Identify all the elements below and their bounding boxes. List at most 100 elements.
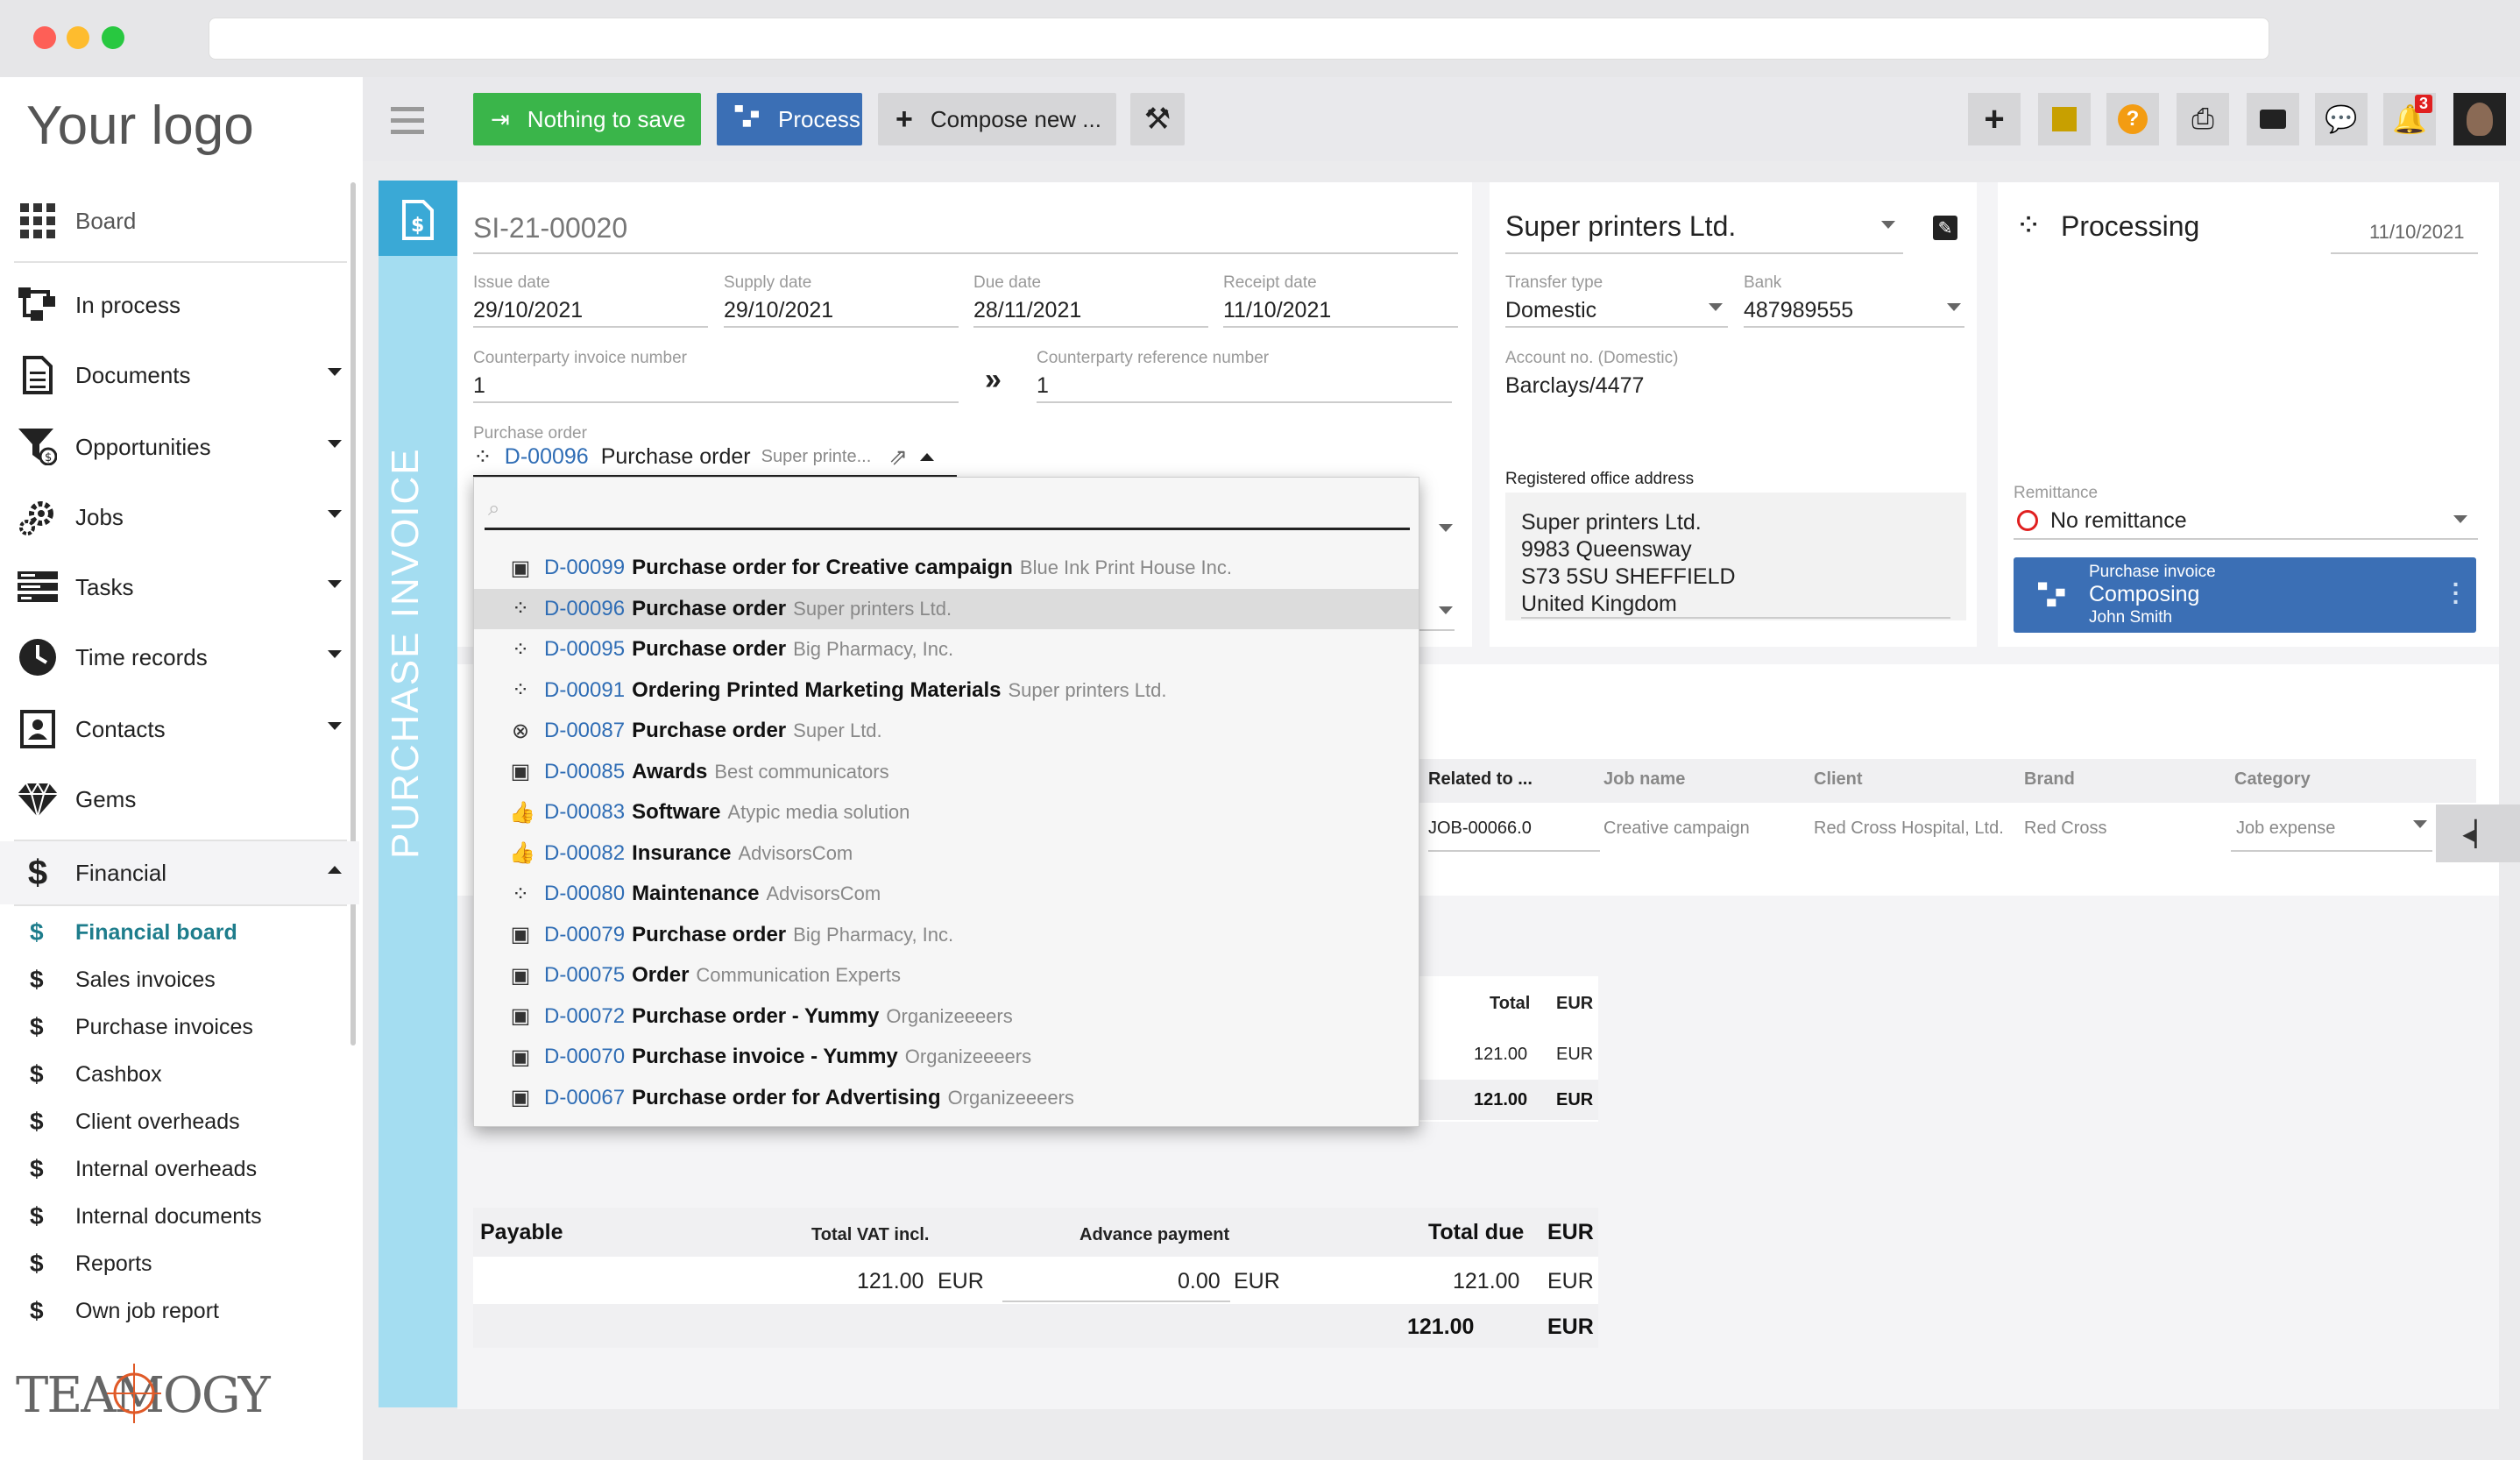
chevron-up-icon[interactable]: [328, 866, 342, 874]
compose-new-button[interactable]: + Compose new ...: [878, 93, 1116, 145]
sidebar-item-financial[interactable]: $ Financial: [0, 841, 359, 904]
remittance-select[interactable]: No remittance: [2050, 508, 2187, 534]
sidebar-sub-sales-invoices[interactable]: $ Sales invoices: [0, 956, 359, 1003]
workflow-card[interactable]: Purchase invoice Composing John Smith · ·…: [2014, 557, 2476, 633]
sidebar-sub-own-job-report[interactable]: $ Own job report: [0, 1287, 359, 1335]
dropdown-option[interactable]: ▣ D-00085 Awards Best communicators: [474, 752, 1419, 792]
chevron-down-icon[interactable]: [328, 722, 342, 730]
chat-button[interactable]: 💬: [2315, 93, 2368, 145]
counterparty-invoice-field[interactable]: 1: [473, 373, 485, 399]
due-date-field[interactable]: 28/11/2021: [973, 298, 1081, 323]
dropdown-option[interactable]: 👍 D-00083 Software Atypic media solution: [474, 792, 1419, 833]
process-button[interactable]: Process: [717, 93, 862, 145]
sidebar-sub-cashbox[interactable]: $ Cashbox: [0, 1051, 359, 1098]
sidebar-sub-purchase-invoices[interactable]: $ Purchase invoices: [0, 1003, 359, 1051]
sticky-note-button[interactable]: [2038, 93, 2091, 145]
chevron-down-icon[interactable]: [2453, 515, 2467, 523]
bank-label: Bank: [1744, 273, 1782, 292]
chevron-down-icon[interactable]: [2413, 820, 2427, 828]
column-header-job-name[interactable]: Job name: [1603, 769, 1685, 790]
more-vertical-icon[interactable]: · · ·: [2453, 572, 2460, 614]
table-row[interactable]: JOB-00066.0 Creative campaign Red Cross …: [1419, 803, 2476, 852]
chevron-down-icon[interactable]: [1439, 524, 1453, 532]
edit-icon[interactable]: ✎: [1933, 216, 1957, 240]
sidebar-item-opportunities[interactable]: $ Opportunities: [0, 415, 359, 478]
dropdown-option[interactable]: ▣ D-00079 Purchase order Big Pharmacy, Inc.: [474, 915, 1419, 955]
chevron-down-icon[interactable]: [1439, 606, 1453, 614]
video-call-button[interactable]: [2247, 93, 2299, 145]
sidebar-sub-internal-overheads[interactable]: $ Internal overheads: [0, 1145, 359, 1193]
address-box[interactable]: Super printers Ltd. 9983 Queensway S73 5…: [1505, 493, 1966, 620]
dropdown-option[interactable]: ▣ D-00075 Order Communication Experts: [474, 955, 1419, 996]
supplier-name[interactable]: Super printers Ltd.: [1505, 210, 1736, 243]
dropdown-option[interactable]: ⊗ D-00087 Purchase order Super Ltd.: [474, 711, 1419, 751]
bank-select[interactable]: 487989555: [1744, 298, 1853, 323]
nothing-to-save-button[interactable]: ⇥ Nothing to save: [473, 93, 701, 145]
issue-date-field[interactable]: 29/10/2021: [473, 298, 583, 323]
dropdown-option[interactable]: ▣ D-00070 Purchase invoice - Yummy Organize…: [474, 1037, 1419, 1077]
add-button[interactable]: +: [1968, 93, 2021, 145]
sidebar-sub-internal-documents[interactable]: $ Internal documents: [0, 1193, 359, 1240]
sidebar-sub-reports[interactable]: $ Reports: [0, 1240, 359, 1287]
chevron-down-icon[interactable]: [328, 368, 342, 376]
column-header-category[interactable]: Category: [2234, 769, 2311, 790]
column-header-client[interactable]: Client: [1814, 769, 1863, 790]
chevron-down-icon[interactable]: [328, 510, 342, 518]
dropdown-option[interactable]: ▣ D-00067 Purchase order for Advertising Or…: [474, 1078, 1419, 1118]
supply-date-field[interactable]: 29/10/2021: [724, 298, 833, 323]
dropdown-option[interactable]: ⁘ D-00080 Maintenance AdvisorsCom: [474, 874, 1419, 914]
option-code: D-00096: [544, 596, 626, 620]
avatar[interactable]: [2453, 93, 2506, 145]
help-button[interactable]: ?: [2106, 93, 2159, 145]
sidebar-item-gems[interactable]: Gems: [0, 768, 359, 831]
dropdown-search-input[interactable]: ⌕: [485, 490, 1410, 530]
url-bar[interactable]: [209, 18, 2269, 60]
dropdown-option[interactable]: ⁘ D-00095 Purchase order Big Pharmacy, Inc.: [474, 629, 1419, 670]
cell-category[interactable]: Job expense: [2236, 819, 2335, 839]
print-button[interactable]: ⎙: [2177, 93, 2229, 145]
purchase-order-field[interactable]: ⁘ D-00096 Purchase order Super printe...…: [473, 443, 935, 471]
chevron-down-icon[interactable]: [328, 650, 342, 658]
app-logo[interactable]: Your logo: [26, 95, 254, 157]
cell-related[interactable]: JOB-00066.0: [1428, 819, 1532, 839]
document-number[interactable]: SI-21-00020: [473, 212, 627, 245]
maximize-window-dot[interactable]: [102, 26, 124, 49]
chevron-down-icon[interactable]: [328, 440, 342, 448]
sidebar-item-jobs[interactable]: Jobs: [0, 485, 359, 549]
column-header-related[interactable]: Related to ...: [1428, 769, 1533, 790]
sidebar-sub-client-overheads[interactable]: $ Client overheads: [0, 1098, 359, 1145]
dropdown-option[interactable]: ▣ D-00099 Purchase order for Creative camp…: [474, 548, 1419, 588]
collapse-panel-button[interactable]: ◂▏: [2436, 804, 2520, 862]
sidebar-item-time-records[interactable]: Time records: [0, 626, 359, 689]
sidebar-sub-financial-board[interactable]: $ Financial board: [0, 909, 359, 956]
dropdown-option[interactable]: ▣ D-00072 Purchase order - Yummy Organizeee…: [474, 996, 1419, 1037]
sidebar-item-documents[interactable]: Documents: [0, 344, 359, 407]
minimize-window-dot[interactable]: [67, 26, 89, 49]
dropdown-option[interactable]: ⁘ D-00091 Ordering Printed Marketing Mater…: [474, 670, 1419, 711]
external-link-icon[interactable]: ⇗: [888, 443, 908, 471]
sidebar-item-in-process[interactable]: In process: [0, 273, 359, 337]
double-chevron-right-icon[interactable]: »: [985, 363, 1002, 397]
notifications-button[interactable]: 🔔 3: [2383, 93, 2436, 145]
option-counterparty: Atypic media solution: [727, 801, 910, 823]
chevron-up-icon[interactable]: [920, 453, 935, 461]
chevron-down-icon[interactable]: [1947, 303, 1961, 311]
menu-icon[interactable]: [391, 107, 424, 134]
option-counterparty: Super printers Ltd.: [1008, 678, 1167, 701]
receipt-date-field[interactable]: 11/10/2021: [1223, 298, 1331, 323]
dropdown-option[interactable]: 👍 D-00082 Insurance AdvisorsCom: [474, 833, 1419, 874]
chevron-down-icon[interactable]: [328, 580, 342, 588]
column-header-brand[interactable]: Brand: [2024, 769, 2075, 790]
purchase-order-code[interactable]: D-00096: [505, 444, 589, 470]
sidebar-item-contacts[interactable]: Contacts: [0, 698, 359, 761]
sidebar-item-board[interactable]: Board: [0, 189, 359, 252]
sidebar-item-tasks[interactable]: Tasks: [0, 556, 359, 619]
advance-payment-input[interactable]: 0.00: [1178, 1269, 1221, 1294]
chevron-down-icon[interactable]: [1881, 221, 1895, 229]
transfer-type-select[interactable]: Domestic: [1505, 298, 1596, 323]
chevron-down-icon[interactable]: [1709, 303, 1723, 311]
dropdown-option[interactable]: ⁘ D-00096 Purchase order Super printers Ltd…: [474, 588, 1419, 629]
close-window-dot[interactable]: [33, 26, 56, 49]
tools-button[interactable]: ⚒: [1130, 93, 1185, 145]
counterparty-reference-field[interactable]: 1: [1037, 373, 1049, 399]
